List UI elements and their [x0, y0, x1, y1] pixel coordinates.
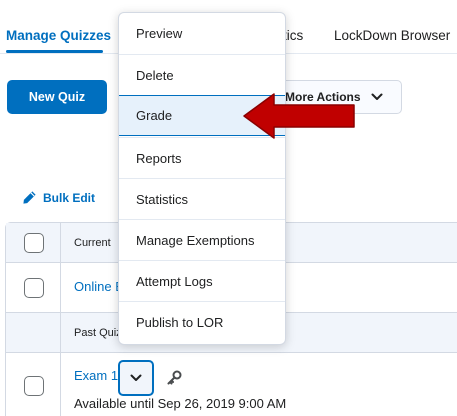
chevron-down-icon — [130, 374, 142, 381]
key-icon — [167, 370, 182, 385]
menu-item-publish-to-lor[interactable]: Publish to LOR — [119, 301, 285, 342]
bulk-edit-label: Bulk Edit — [43, 190, 96, 205]
annotation-arrow-icon — [243, 93, 355, 139]
header-current-label: Current — [74, 237, 111, 249]
quiz-actions-menu-button[interactable] — [118, 360, 154, 396]
tab-manage-quizzes[interactable]: Manage Quizzes — [6, 28, 111, 43]
row-checkbox[interactable] — [24, 376, 44, 396]
pencil-icon — [23, 191, 36, 204]
quiz-context-menu: Preview Delete Grade Reports Statistics … — [118, 12, 286, 345]
menu-item-attempt-logs[interactable]: Attempt Logs — [119, 260, 285, 301]
chevron-down-icon — [371, 93, 383, 100]
row-checkbox[interactable] — [24, 278, 44, 298]
tab-statistics[interactable]: tics — [283, 28, 303, 43]
section-past-label: Past Quiz — [74, 327, 122, 339]
column-divider — [60, 263, 61, 312]
select-all-checkbox[interactable] — [24, 233, 44, 253]
quiz-link-online[interactable]: Online E — [74, 279, 124, 294]
table-row: Exam 1 Available until Sep 26, 2019 9:00… — [6, 353, 457, 416]
menu-item-delete[interactable]: Delete — [119, 54, 285, 95]
menu-item-reports[interactable]: Reports — [119, 137, 285, 178]
menu-item-statistics[interactable]: Statistics — [119, 178, 285, 219]
menu-item-manage-exemptions[interactable]: Manage Exemptions — [119, 219, 285, 260]
column-divider — [60, 313, 61, 352]
tab-lockdown-browser[interactable]: LockDown Browser — [334, 28, 450, 43]
quiz-link-exam[interactable]: Exam 1 — [74, 368, 118, 383]
menu-item-preview[interactable]: Preview — [119, 13, 285, 54]
column-divider — [60, 223, 61, 262]
bulk-edit-link[interactable]: Bulk Edit — [22, 190, 95, 205]
new-quiz-button[interactable]: New Quiz — [7, 80, 107, 114]
availability-text: Available until Sep 26, 2019 9:00 AM — [74, 396, 287, 411]
column-divider — [60, 353, 61, 416]
